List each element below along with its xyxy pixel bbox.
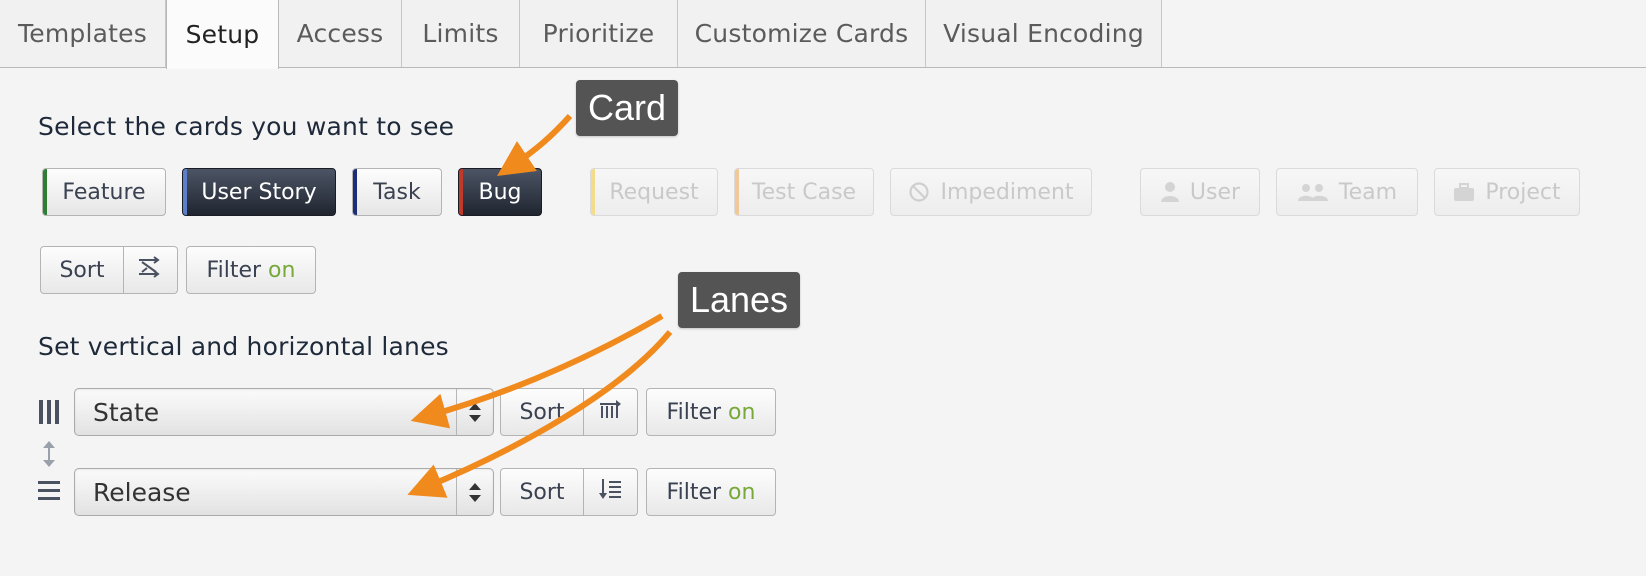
card-type-bug[interactable]: Bug [458, 168, 542, 216]
tab-label: Templates [18, 19, 147, 48]
tab-limits[interactable]: Limits [402, 0, 520, 67]
horizontal-lane-sort-button[interactable]: Sort [500, 468, 584, 516]
cards-sort-options-button[interactable] [124, 246, 178, 294]
filter-state: on [268, 257, 296, 283]
updown-chevron-icon [456, 469, 493, 515]
cards-sort-button[interactable]: Sort [40, 246, 124, 294]
card-color-stripe [735, 169, 739, 215]
horizontal-lane-select[interactable]: Release [74, 468, 494, 516]
vertical-lane-sort-button[interactable]: Sort [500, 388, 584, 436]
card-type-team[interactable]: Team [1276, 168, 1418, 216]
filter-label: Filter [666, 479, 722, 505]
card-color-stripe [459, 169, 463, 215]
card-callout: Card [576, 80, 678, 136]
card-type-label: Test Case [751, 179, 857, 205]
card-type-project[interactable]: Project [1434, 168, 1580, 216]
horizontal-lane-value: Release [93, 478, 191, 507]
card-type-feature[interactable]: Feature [42, 168, 166, 216]
vertical-lane-filter-button[interactable]: Filter on [646, 388, 776, 436]
tab-label: Prioritize [542, 19, 655, 48]
tab-label: Setup [185, 20, 260, 49]
sort-label: Sort [519, 399, 565, 425]
lanes-heading: Set vertical and horizontal lanes [38, 332, 449, 361]
card-type-user-story[interactable]: User Story [182, 168, 336, 216]
vertical-lane-value: State [93, 398, 160, 427]
card-type-user[interactable]: User [1140, 168, 1260, 216]
callout-label: Card [587, 87, 667, 128]
tab-label: Access [296, 19, 384, 48]
tab-label: Limits [422, 19, 499, 48]
horizontal-lane-filter-button[interactable]: Filter on [646, 468, 776, 516]
tab-bar: Templates Setup Access Limits Prioritize… [0, 0, 1646, 69]
card-arrow [497, 113, 573, 176]
card-color-stripe [591, 169, 595, 215]
card-type-label: Feature [62, 179, 146, 205]
tab-label: Visual Encoding [943, 19, 1144, 48]
sort-columns-icon [599, 398, 623, 426]
card-type-label: Request [609, 179, 699, 205]
sort-label: Sort [59, 257, 105, 283]
card-type-test-case[interactable]: Test Case [734, 168, 874, 216]
tab-prioritize[interactable]: Prioritize [520, 0, 678, 67]
card-type-task[interactable]: Task [352, 168, 442, 216]
card-type-label: Team [1338, 179, 1398, 205]
filter-state: on [728, 479, 756, 505]
team-icon [1297, 181, 1329, 203]
card-type-label: User [1189, 179, 1241, 205]
card-type-impediment[interactable]: Impediment [890, 168, 1092, 216]
tab-setup[interactable]: Setup [166, 0, 279, 69]
card-type-label: Task [373, 179, 421, 205]
vertical-lane-sort-order-button[interactable] [584, 388, 638, 436]
ban-icon [908, 181, 930, 203]
vertical-lanes-icon [38, 398, 60, 430]
cards-heading: Select the cards you want to see [38, 112, 455, 141]
tab-label: Customize Cards [694, 19, 909, 48]
card-color-stripe [183, 169, 187, 215]
shuffle-icon [138, 256, 164, 284]
tab-templates[interactable]: Templates [0, 0, 166, 67]
filter-label: Filter [206, 257, 262, 283]
card-type-request[interactable]: Request [590, 168, 718, 216]
card-type-label: Project [1485, 179, 1561, 205]
callout-label: Lanes [689, 279, 789, 320]
card-color-stripe [353, 169, 357, 215]
card-type-label: User Story [201, 179, 317, 205]
tab-visual-encoding[interactable]: Visual Encoding [926, 0, 1162, 67]
swap-lanes-icon[interactable] [40, 440, 58, 472]
horizontal-lanes-icon [38, 478, 60, 508]
card-color-stripe [43, 169, 47, 215]
briefcase-icon [1453, 182, 1475, 202]
tab-access[interactable]: Access [279, 0, 402, 67]
horizontal-lane-sort-order-button[interactable] [584, 468, 638, 516]
card-type-label: Impediment [940, 179, 1074, 205]
vertical-lane-select[interactable]: State [74, 388, 494, 436]
sort-rows-icon [598, 478, 623, 506]
card-type-label: Bug [478, 179, 522, 205]
filter-state: on [728, 399, 756, 425]
updown-chevron-icon [456, 389, 493, 435]
user-icon [1160, 181, 1180, 203]
tab-customize-cards[interactable]: Customize Cards [678, 0, 926, 67]
sort-label: Sort [519, 479, 565, 505]
lanes-callout: Lanes [678, 272, 800, 328]
filter-label: Filter [666, 399, 722, 425]
cards-filter-button[interactable]: Filter on [186, 246, 316, 294]
